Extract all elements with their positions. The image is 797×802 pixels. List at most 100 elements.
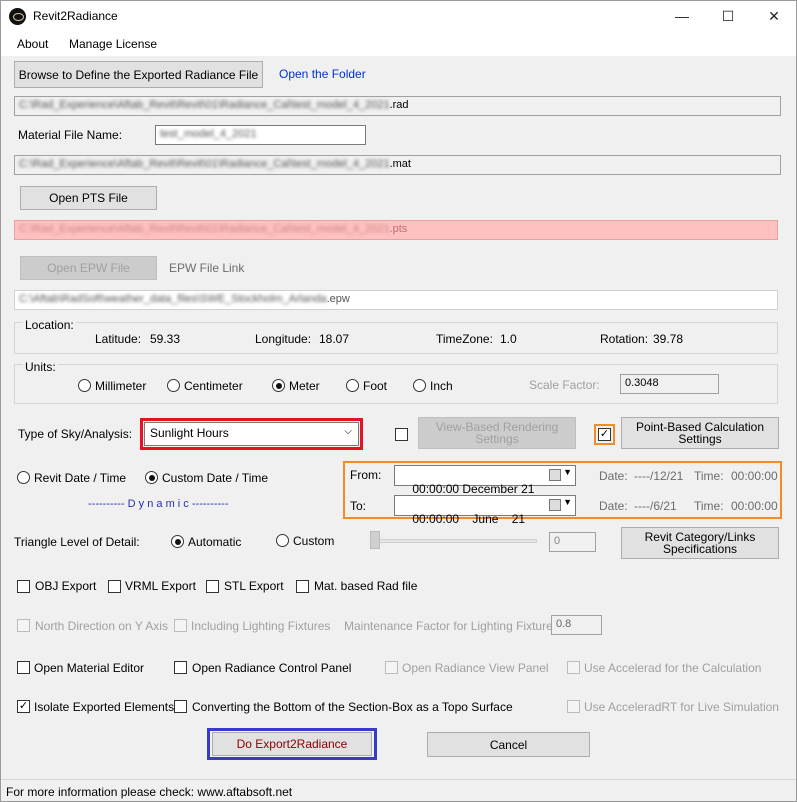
slider-thumb[interactable] [370, 531, 380, 549]
to-time-info-label: Time: [694, 499, 724, 513]
obj-export-label[interactable]: OBJ Export [35, 579, 96, 593]
isolate-elements-checkbox[interactable]: ✓ [17, 700, 30, 713]
units-centimeter-label[interactable]: Centimeter [184, 379, 243, 393]
epw-path-field[interactable]: C:\Aftab\RadSoft\weather_data_files\SWE_… [14, 290, 778, 310]
view-panel-checkbox[interactable] [385, 661, 398, 674]
north-direction-label[interactable]: North Direction on Y Axis [35, 619, 168, 633]
obj-export-checkbox[interactable] [17, 580, 30, 593]
units-group-label: Units: [23, 360, 58, 374]
material-file-label: Material File Name: [18, 128, 123, 142]
material-path-field[interactable]: C:\Rad_Experience\Aftab_Revit\Revit\01\R… [14, 155, 781, 175]
accelerad-rt-checkbox[interactable] [567, 700, 580, 713]
material-path-hidden: C:\Rad_Experience\Aftab_Revit\Revit\01\R… [19, 158, 390, 170]
mat-rad-label[interactable]: Mat. based Rad file [314, 579, 417, 593]
from-date-info-value: ----/12/21 [634, 469, 684, 483]
location-group-label: Location: [23, 318, 76, 332]
units-foot-radio[interactable] [346, 379, 359, 392]
units-inch-radio[interactable] [413, 379, 426, 392]
units-centimeter-radio[interactable] [167, 379, 180, 392]
stl-export-checkbox[interactable] [206, 580, 219, 593]
material-name-input[interactable]: test_model_4_2021 [155, 125, 366, 145]
timezone-value: 1.0 [500, 332, 517, 346]
stl-export-label[interactable]: STL Export [224, 579, 284, 593]
vrml-export-label[interactable]: VRML Export [125, 579, 196, 593]
from-time-info-label: Time: [694, 469, 724, 483]
cancel-button[interactable]: Cancel [427, 732, 590, 757]
topo-surface-checkbox[interactable] [174, 700, 187, 713]
to-date-picker[interactable]: 00:00:00 June 21 ▼ [394, 495, 576, 526]
point-based-checkbox[interactable]: ✓ [598, 428, 611, 441]
units-foot-label[interactable]: Foot [363, 379, 387, 393]
menu-bar: About Manage License [1, 32, 796, 56]
control-panel-label[interactable]: Open Radiance Control Panel [192, 661, 351, 675]
topo-surface-label[interactable]: Converting the Bottom of the Section-Box… [192, 700, 513, 714]
epw-file-link[interactable]: EPW File Link [169, 261, 244, 275]
pts-path-ext: .pts [389, 223, 408, 235]
units-meter-label[interactable]: Meter [289, 379, 320, 393]
accelerad-rt-label[interactable]: Use AcceleradRT for Live Simulation [584, 700, 779, 714]
material-editor-checkbox[interactable] [17, 661, 30, 674]
units-meter-radio[interactable] [272, 379, 285, 392]
epw-path-hidden: C:\Aftab\RadSoft\weather_data_files\SWE_… [19, 293, 327, 305]
control-panel-checkbox[interactable] [174, 661, 187, 674]
maintenance-factor-field[interactable]: 0.8 [551, 615, 602, 635]
triangle-custom-label[interactable]: Custom [293, 534, 334, 548]
maximize-button[interactable]: ☐ [705, 1, 751, 32]
from-time-info-value: 00:00:00 [731, 469, 778, 483]
browse-export-button[interactable]: Browse to Define the Exported Radiance F… [14, 61, 263, 88]
from-date-value: 00:00:00 December 21 [412, 482, 535, 496]
close-button[interactable]: ✕ [751, 1, 797, 32]
from-date-info-label: Date: [599, 469, 628, 483]
units-millimeter-radio[interactable] [78, 379, 91, 392]
export-path-hidden: C:\Rad_Experience\Aftab_Revit\Revit\01\R… [19, 99, 390, 111]
longitude-label: Longitude: [255, 332, 312, 346]
lighting-fixtures-checkbox[interactable] [174, 619, 187, 632]
units-millimeter-label[interactable]: Millimeter [95, 379, 146, 393]
to-time-info-value: 00:00:00 [731, 499, 778, 513]
to-label: To: [350, 499, 367, 513]
latitude-value: 59.33 [150, 332, 181, 346]
accelerad-checkbox[interactable] [567, 661, 580, 674]
open-pts-button[interactable]: Open PTS File [20, 186, 157, 210]
revit-date-label[interactable]: Revit Date / Time [34, 471, 126, 485]
custom-date-radio[interactable] [145, 471, 158, 484]
app-window: Revit2Radiance — ☐ ✕ About Manage Licens… [0, 0, 797, 802]
isolate-elements-label[interactable]: Isolate Exported Elements [34, 700, 174, 714]
triangle-custom-radio[interactable] [276, 534, 289, 547]
triangle-automatic-label[interactable]: Automatic [188, 535, 241, 549]
menu-about[interactable]: About [17, 37, 48, 51]
export-path-ext: .rad [389, 99, 409, 111]
open-folder-link[interactable]: Open the Folder [279, 67, 366, 81]
latitude-label: Latitude: [95, 332, 142, 346]
lighting-fixtures-label[interactable]: Including Lighting Fixtures [191, 619, 330, 633]
material-editor-label[interactable]: Open Material Editor [34, 661, 144, 675]
view-based-settings-button[interactable]: View-Based Rendering Settings [418, 417, 576, 449]
maintenance-factor-label: Maintenance Factor for Lighting Fixtures… [344, 619, 563, 633]
accelerad-label[interactable]: Use Accelerad for the Calculation [584, 661, 761, 675]
open-epw-button[interactable]: Open EPW File [20, 256, 157, 280]
vrml-export-checkbox[interactable] [108, 580, 121, 593]
category-links-button[interactable]: Revit Category/Links Specifications [621, 527, 779, 559]
triangle-detail-slider[interactable] [372, 539, 537, 543]
point-based-settings-button[interactable]: Point-Based Calculation Settings [621, 417, 779, 449]
view-panel-label[interactable]: Open Radiance View Panel [402, 661, 549, 675]
triangle-automatic-radio[interactable] [171, 535, 184, 548]
sky-type-select[interactable]: Sunlight Hours ⌵ [144, 422, 359, 446]
pts-path-field[interactable]: C:\Rad_Experience\Aftab_Revit\Revit\01\R… [14, 220, 778, 240]
from-date-picker[interactable]: 00:00:00 December 21 ▼ [394, 465, 576, 496]
revit-date-radio[interactable] [17, 471, 30, 484]
menu-manage-license[interactable]: Manage License [69, 37, 157, 51]
title-bar: Revit2Radiance — ☐ ✕ [1, 1, 796, 32]
scale-factor-field[interactable]: 0.3048 [620, 374, 719, 394]
export-path-field[interactable]: C:\Rad_Experience\Aftab_Revit\Revit\01\R… [14, 96, 781, 116]
units-inch-label[interactable]: Inch [430, 379, 453, 393]
custom-date-label[interactable]: Custom Date / Time [162, 471, 268, 485]
minimize-button[interactable]: — [659, 1, 705, 32]
north-direction-checkbox[interactable] [17, 619, 30, 632]
export-button[interactable]: Do Export2Radiance [212, 732, 372, 756]
mat-rad-checkbox[interactable] [296, 580, 309, 593]
triangle-detail-value[interactable]: 0 [549, 532, 596, 552]
from-label: From: [350, 468, 382, 482]
view-based-checkbox[interactable] [395, 428, 408, 441]
scale-factor-label: Scale Factor: [529, 378, 600, 392]
